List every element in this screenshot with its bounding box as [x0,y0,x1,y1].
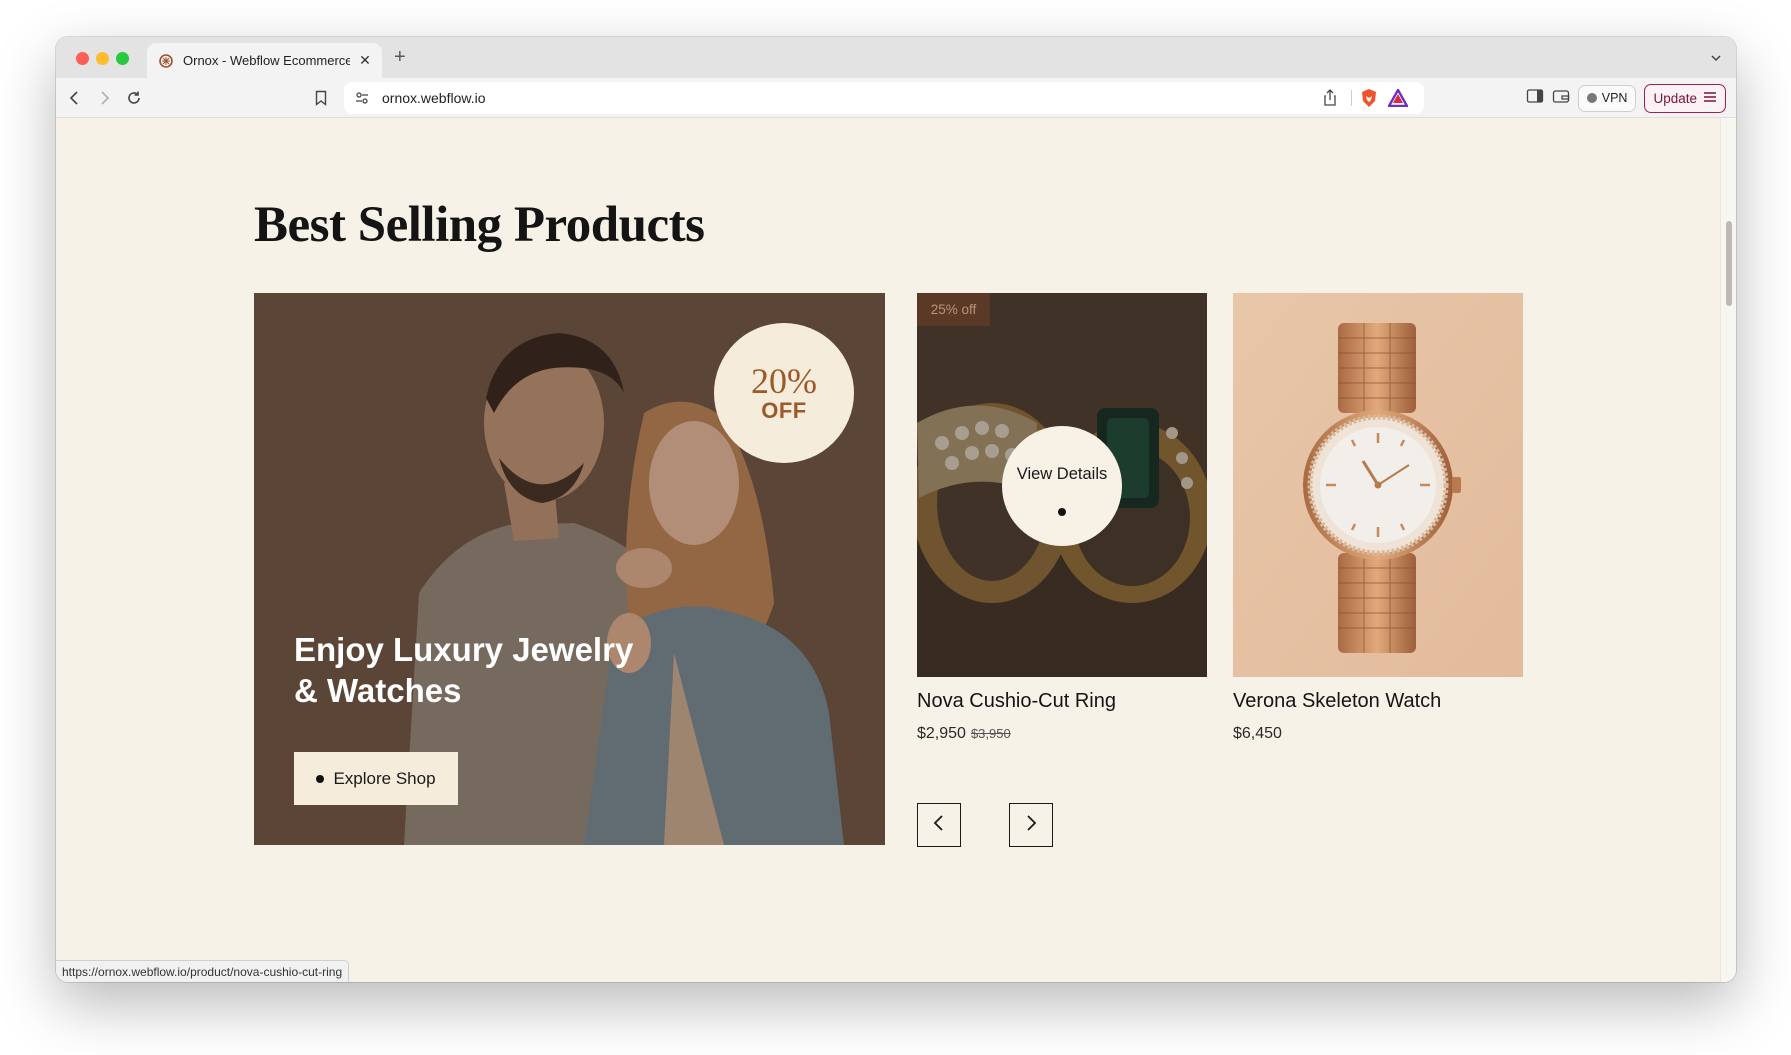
sidebar-toggle-icon[interactable] [1526,88,1544,109]
view-details-button[interactable]: View Details [1002,426,1122,546]
browser-window: Ornox - Webflow Ecommerce Website Templa… [56,37,1736,982]
tab-close-icon[interactable]: ✕ [358,52,372,69]
hero-banner[interactable]: 20% OFF Enjoy Luxury Jewelry & Watches E… [254,293,885,845]
product-name[interactable]: Verona Skeleton Watch [1233,690,1441,713]
view-details-label: View Details [1016,464,1108,483]
sale-tag: 25% off [917,293,990,326]
update-label: Update [1653,90,1697,106]
url-text: ornox.webflow.io [382,90,486,106]
chevron-left-icon [932,814,946,837]
new-tab-button[interactable]: + [394,46,406,69]
discount-off: OFF [761,398,807,423]
bullet-dot-icon [316,774,325,783]
reload-icon[interactable] [123,87,145,109]
product-image-ring[interactable]: 25% off View Details [917,293,1207,677]
explore-shop-label: Explore Shop [333,768,436,788]
update-button[interactable]: Update [1644,83,1726,113]
cursor-dot-icon [1058,507,1066,516]
close-window-button[interactable] [76,52,89,65]
page-content: Best Selling Products 20% OFF Enjoy Luxu… [56,118,1720,982]
brave-rewards-icon[interactable] [1386,87,1410,112]
back-arrow-icon[interactable] [64,87,86,109]
zoom-window-button[interactable] [116,52,129,65]
chevron-down-icon[interactable] [1710,51,1722,69]
tab-strip: Ornox - Webflow Ecommerce Website Templa… [56,37,1736,78]
vpn-button[interactable]: VPN [1577,84,1637,112]
vpn-label: VPN [1601,91,1628,105]
tab-title: Ornox - Webflow Ecommerce Website Templa… [183,53,350,68]
old-price: $3,950 [970,726,1011,741]
menu-icon [1703,91,1717,106]
watch-photo [1233,293,1523,677]
forward-arrow-icon[interactable] [93,87,115,109]
toolbar-right: VPN Update [1526,83,1726,113]
current-price: $6,450 [1233,725,1282,742]
wallet-icon[interactable] [1552,88,1570,109]
carousel-next-button[interactable] [1009,803,1053,847]
product-price: $2,950 $3,950 [917,725,1011,743]
product-name[interactable]: Nova Cushio-Cut Ring [917,690,1116,713]
page-scrollbar[interactable] [1720,118,1736,982]
section-heading: Best Selling Products [254,197,705,253]
ornox-favicon-icon [159,53,173,68]
status-bar-url: https://ornox.webflow.io/product/nova-cu… [56,960,350,982]
brave-shield-icon[interactable] [1360,88,1378,113]
discount-percent: 20% [751,361,817,401]
bookmark-icon[interactable] [310,87,332,109]
hero-title: Enjoy Luxury Jewelry & Watches [294,631,634,709]
share-icon[interactable] [1322,89,1338,112]
chevron-right-icon [1024,814,1038,837]
explore-shop-button[interactable]: Explore Shop [294,752,458,805]
product-price: $6,450 [1233,725,1282,743]
tab-ornox[interactable]: Ornox - Webflow Ecommerce Website Templa… [147,43,382,78]
site-settings-icon[interactable] [354,90,370,111]
address-bar[interactable]: ornox.webflow.io [344,82,1424,114]
browser-toolbar: ornox.webflow.io VPN Update [56,78,1736,118]
discount-badge: 20% OFF [714,323,854,463]
carousel-prev-button[interactable] [917,803,961,847]
scrollbar-thumb[interactable] [1726,221,1732,306]
current-price: $2,950 [917,725,966,742]
product-image-watch[interactable] [1233,293,1523,677]
vpn-status-icon [1586,93,1597,103]
minimize-window-button[interactable] [96,52,109,65]
